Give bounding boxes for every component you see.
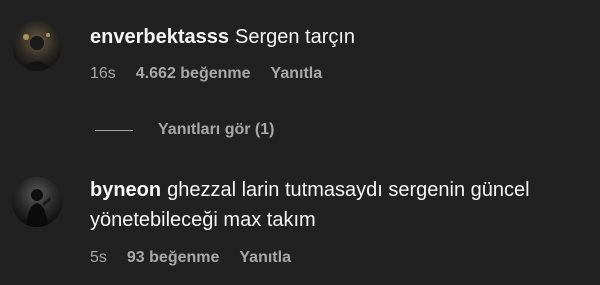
comment-body-line-1: ghezzal larin tutmasaydı sergenin güncel	[167, 179, 530, 201]
comment-body-line-2: yönetebileceği max takım	[90, 209, 316, 231]
avatar[interactable]	[12, 21, 62, 71]
comment-item: byneon ghezzal larin tutmasaydı sergenin …	[0, 160, 600, 285]
user-avatar-photo-icon	[12, 177, 62, 227]
comments-section: enverbektasss Sergen tarçın 16s 4.662 beğe…	[0, 0, 600, 285]
comment-likes[interactable]: 93 beğenme	[127, 249, 219, 266]
comment-item: enverbektasss Sergen tarçın 16s 4.662 beğe…	[0, 0, 600, 110]
comment-text: byneon ghezzal larin tutmasaydı sergenin …	[90, 176, 530, 204]
reply-button[interactable]: Yanıtla	[271, 65, 323, 82]
comment-username[interactable]: byneon	[90, 179, 161, 201]
view-replies-button[interactable]: Yanıtları gör (1)	[95, 119, 274, 141]
avatar[interactable]	[12, 177, 62, 227]
user-avatar-photo-icon	[12, 21, 62, 71]
comment-text: enverbektasss Sergen tarçın	[90, 23, 355, 51]
comment-likes[interactable]: 4.662 beğenme	[136, 65, 251, 82]
reply-button[interactable]: Yanıtla	[239, 249, 291, 266]
view-replies-label: Yanıtları gör (1)	[158, 121, 275, 138]
comment-meta: 5s 93 beğenme Yanıtla	[90, 249, 311, 267]
comment-body: Sergen tarçın	[234, 26, 356, 48]
comment-username[interactable]: enverbektasss	[90, 26, 229, 48]
comment-meta: 16s 4.662 beğenme Yanıtla	[90, 65, 342, 83]
comment-timestamp[interactable]: 5s	[90, 249, 107, 266]
comment-timestamp[interactable]: 16s	[90, 65, 116, 82]
replies-divider-line	[95, 129, 133, 131]
comment-text-continued: yönetebileceği max takım	[90, 206, 316, 234]
